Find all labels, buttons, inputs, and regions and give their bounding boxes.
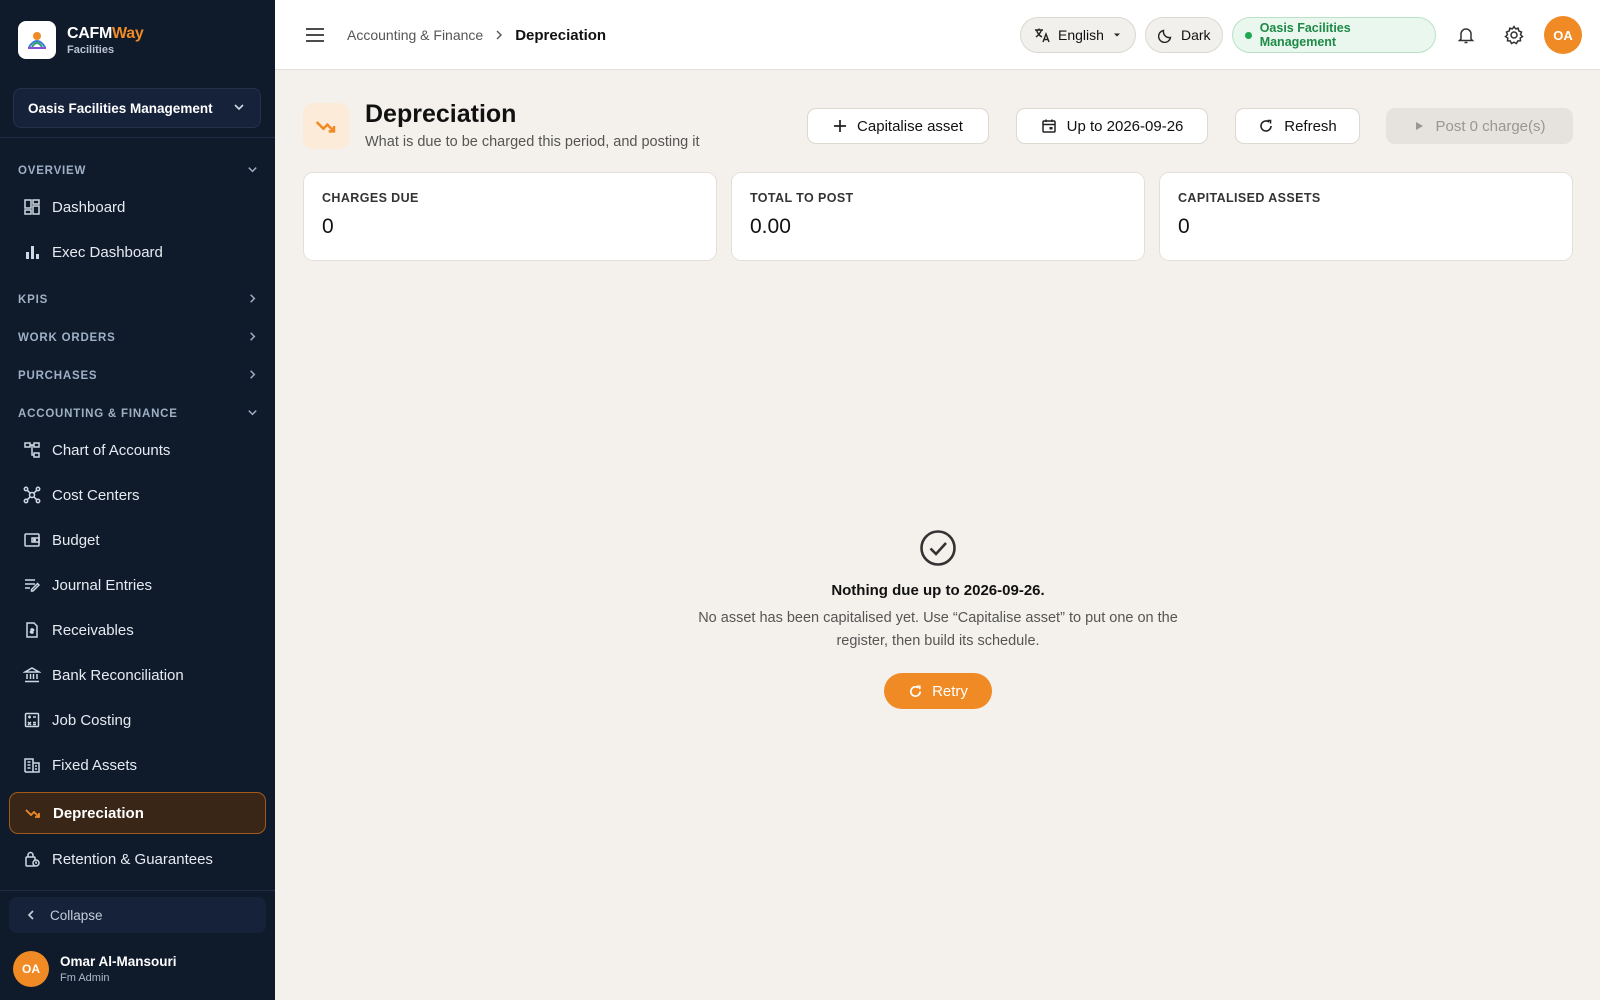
check-circle-icon bbox=[640, 528, 1236, 568]
stat-card-total-to-post: TOTAL TO POST 0.00 bbox=[731, 172, 1145, 261]
moon-icon bbox=[1158, 27, 1174, 43]
topbar: Accounting & Finance Depreciation Englis… bbox=[275, 0, 1600, 70]
org-status-badge[interactable]: Oasis Facilities Management bbox=[1232, 17, 1436, 53]
plus-icon bbox=[833, 119, 847, 133]
building-icon bbox=[22, 755, 42, 775]
stat-value: 0 bbox=[1178, 215, 1190, 238]
user-name: Omar Al-Mansouri bbox=[60, 954, 177, 969]
stat-label: TOTAL TO POST bbox=[750, 191, 854, 205]
section-purchases[interactable]: PURCHASES bbox=[18, 366, 259, 386]
sidebar-item-exec-dashboard[interactable]: Exec Dashboard bbox=[9, 231, 266, 273]
post-charges-button[interactable]: Post 0 charge(s) bbox=[1386, 108, 1573, 144]
section-overview[interactable]: OVERVIEW bbox=[18, 161, 259, 181]
calendar-icon bbox=[1041, 118, 1057, 134]
refresh-icon bbox=[908, 684, 923, 699]
play-icon bbox=[1413, 120, 1425, 132]
hub-icon bbox=[22, 485, 42, 505]
org-select[interactable]: Oasis Facilities Management bbox=[13, 88, 261, 128]
sidebar-item-journal-entries[interactable]: Journal Entries bbox=[9, 564, 266, 606]
theme-toggle[interactable]: Dark bbox=[1145, 17, 1223, 53]
calculator-icon bbox=[22, 710, 42, 730]
stat-label: CHARGES DUE bbox=[322, 191, 419, 205]
bank-icon bbox=[22, 665, 42, 685]
page-subtitle: What is due to be charged this period, a… bbox=[365, 134, 700, 150]
bell-icon[interactable] bbox=[1455, 24, 1477, 46]
menu-icon[interactable] bbox=[304, 24, 326, 46]
sidebar-item-job-costing[interactable]: Job Costing bbox=[9, 699, 266, 741]
edit-note-icon bbox=[22, 575, 42, 595]
chevron-down-icon bbox=[246, 163, 259, 179]
chevron-down-icon bbox=[246, 406, 259, 422]
avatar[interactable]: OA bbox=[1544, 16, 1582, 54]
caret-down-icon bbox=[1112, 30, 1122, 40]
sidebar-item-dashboard[interactable]: Dashboard bbox=[9, 186, 266, 228]
stat-label: CAPITALISED ASSETS bbox=[1178, 191, 1321, 205]
chevron-right-icon bbox=[246, 368, 259, 384]
user-role: Fm Admin bbox=[60, 972, 110, 984]
stat-card-capitalised-assets: CAPITALISED ASSETS 0 bbox=[1159, 172, 1573, 261]
status-dot bbox=[1245, 31, 1252, 39]
translate-icon bbox=[1033, 26, 1051, 44]
section-kpis[interactable]: KPIS bbox=[18, 290, 259, 310]
invoice-icon bbox=[22, 620, 42, 640]
brand-name: CAFMWay bbox=[67, 24, 144, 42]
breadcrumb: Accounting & Finance Depreciation bbox=[347, 0, 606, 70]
account-tree-icon bbox=[22, 440, 42, 460]
avatar: OA bbox=[13, 951, 49, 987]
sidebar: CAFMWay Facilities Oasis Facilities Mana… bbox=[0, 0, 275, 1000]
wallet-icon bbox=[22, 530, 42, 550]
sidebar-item-fixed-assets[interactable]: Fixed Assets bbox=[9, 744, 266, 786]
refresh-button[interactable]: Refresh bbox=[1235, 108, 1360, 144]
section-accounting[interactable]: ACCOUNTING & FINANCE bbox=[18, 404, 259, 424]
brand[interactable]: CAFMWay Facilities bbox=[0, 0, 275, 80]
collapse-button[interactable]: Collapse bbox=[9, 897, 266, 933]
trending-down-icon bbox=[303, 103, 349, 149]
brand-subtitle: Facilities bbox=[67, 43, 115, 56]
empty-state-title: Nothing due up to 2026-09-26. bbox=[831, 582, 1045, 599]
empty-state: Nothing due up to 2026-09-26. No asset h… bbox=[640, 528, 1236, 653]
breadcrumb-current: Depreciation bbox=[515, 26, 607, 44]
refresh-icon bbox=[1258, 118, 1274, 134]
capitalise-asset-button[interactable]: Capitalise asset bbox=[807, 108, 989, 144]
page-title: Depreciation bbox=[365, 100, 517, 128]
sidebar-divider bbox=[0, 890, 275, 891]
trending-down-icon bbox=[23, 803, 43, 823]
sidebar-item-depreciation[interactable]: Depreciation bbox=[9, 792, 266, 834]
chevron-right-icon bbox=[246, 292, 259, 308]
chevron-right-icon bbox=[246, 330, 259, 346]
chevron-left-icon bbox=[24, 908, 38, 922]
date-filter-button[interactable]: Up to 2026-09-26 bbox=[1016, 108, 1208, 144]
sidebar-item-receivables[interactable]: Receivables bbox=[9, 609, 266, 651]
sidebar-item-cost-centers[interactable]: Cost Centers bbox=[9, 474, 266, 516]
bar-chart-icon bbox=[22, 242, 42, 262]
stat-value: 0.00 bbox=[750, 215, 791, 238]
sidebar-item-bank-reconciliation[interactable]: Bank Reconciliation bbox=[9, 654, 266, 696]
stat-value: 0 bbox=[322, 215, 334, 238]
breadcrumb-parent[interactable]: Accounting & Finance bbox=[347, 27, 483, 43]
language-select[interactable]: English bbox=[1020, 17, 1136, 53]
gear-icon[interactable] bbox=[1503, 24, 1525, 46]
user-profile[interactable]: OA Omar Al-Mansouri Fm Admin bbox=[13, 951, 177, 987]
sidebar-item-retention[interactable]: Retention & Guarantees bbox=[9, 838, 266, 880]
stat-card-charges-due: CHARGES DUE 0 bbox=[303, 172, 717, 261]
empty-state-description: No asset has been capitalised yet. Use “… bbox=[698, 610, 1178, 649]
chevron-right-icon bbox=[493, 29, 505, 41]
sidebar-item-chart-of-accounts[interactable]: Chart of Accounts bbox=[9, 429, 266, 471]
sidebar-divider bbox=[0, 137, 275, 138]
section-work-orders[interactable]: WORK ORDERS bbox=[18, 328, 259, 348]
lock-clock-icon bbox=[22, 849, 42, 869]
dashboard-icon bbox=[22, 197, 42, 217]
chevron-down-icon bbox=[232, 100, 246, 117]
retry-button[interactable]: Retry bbox=[884, 673, 992, 709]
brand-logo-icon bbox=[18, 21, 56, 59]
sidebar-item-budget[interactable]: Budget bbox=[9, 519, 266, 561]
org-select-label: Oasis Facilities Management bbox=[28, 100, 213, 116]
